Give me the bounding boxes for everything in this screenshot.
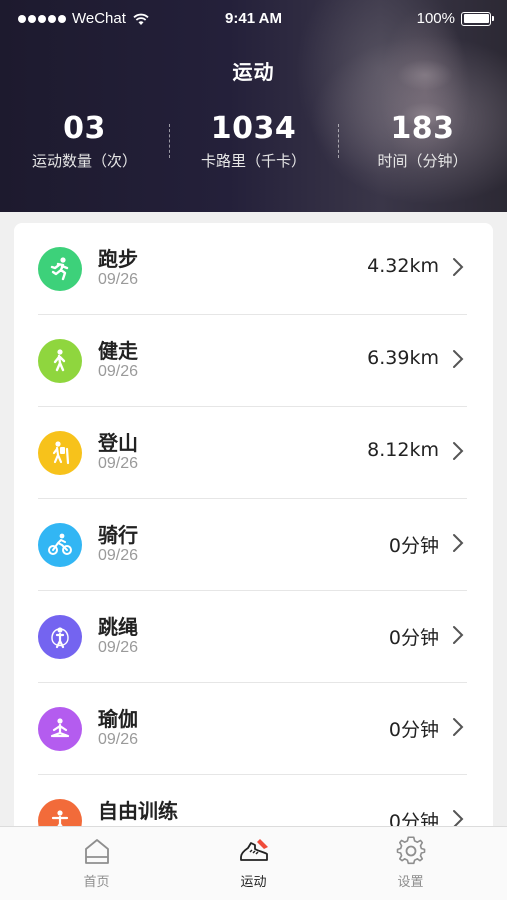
chevron-right-icon [453, 442, 464, 460]
battery-percent: 100% [416, 10, 455, 27]
activity-date: 09/26 [98, 455, 139, 472]
header-banner: WeChat 9:41 AM 100% 运动 03 运动数量（次） 1034 卡… [0, 0, 507, 212]
status-bar: WeChat 9:41 AM 100% [0, 0, 507, 38]
battery-icon [461, 11, 494, 26]
stat-calories: 1034 卡路里（千卡） [169, 110, 338, 172]
chevron-right-icon [453, 534, 464, 552]
stats-summary: 03 运动数量（次） 1034 卡路里（千卡） 183 时间（分钟） [0, 110, 507, 180]
chevron-right-icon [453, 626, 464, 644]
stat-workout-count: 03 运动数量（次） [0, 110, 169, 172]
walking-icon [38, 339, 82, 383]
stat-label: 卡路里（千卡） [200, 152, 306, 170]
stat-value: 03 [63, 111, 106, 146]
chevron-right-icon [453, 258, 464, 276]
activity-row-yoga[interactable]: 瑜伽 09/26 0分钟 [14, 683, 493, 775]
hiking-icon [38, 431, 82, 475]
activity-date: 09/26 [98, 547, 139, 564]
activity-value: 0分钟 [388, 627, 439, 649]
activity-name: 瑜伽 [98, 707, 138, 731]
home-icon [84, 839, 109, 864]
activity-row-cycling[interactable]: 骑行 09/26 0分钟 [14, 499, 493, 591]
activity-row-walking[interactable]: 健走 09/26 6.39km [14, 315, 493, 407]
activity-date: 09/26 [98, 639, 139, 656]
activity-list: 跑步 09/26 4.32km 健走 09/26 6.39km 登山 09/26… [14, 223, 493, 843]
tab-home[interactable]: 首页 [12, 835, 181, 890]
tab-workout[interactable]: 运动 [169, 835, 338, 890]
stat-value: 183 [390, 111, 455, 146]
activity-row-jump-rope[interactable]: 跳绳 09/26 0分钟 [14, 591, 493, 683]
battery-status: 100% [416, 10, 494, 27]
stat-label: 运动数量（次） [31, 152, 137, 170]
activity-value: 6.39km [367, 347, 439, 369]
activity-value: 0分钟 [388, 719, 439, 741]
running-icon [38, 247, 82, 291]
tab-label: 设置 [397, 875, 424, 890]
activity-name: 跑步 [98, 247, 138, 271]
activity-name: 骑行 [98, 523, 138, 547]
stat-duration: 183 时间（分钟） [338, 110, 507, 172]
stat-value: 1034 [210, 111, 297, 146]
activity-value: 8.12km [367, 439, 439, 461]
chevron-right-icon [453, 350, 464, 368]
activity-name: 健走 [98, 339, 138, 363]
tab-label: 首页 [83, 875, 110, 890]
activity-date: 09/26 [98, 731, 139, 748]
chevron-right-icon [453, 718, 464, 736]
activity-date: 09/26 [98, 271, 139, 288]
activity-date: 09/26 [98, 363, 139, 380]
activity-value: 4.32km [367, 255, 439, 277]
tab-bar: 首页 运动 设置 [0, 826, 507, 900]
tab-label: 运动 [240, 875, 267, 890]
yoga-icon [38, 707, 82, 751]
activity-value: 0分钟 [388, 535, 439, 557]
activity-name: 跳绳 [98, 615, 138, 639]
gear-icon [396, 836, 425, 865]
tab-settings[interactable]: 设置 [326, 835, 495, 890]
sneaker-icon [239, 839, 268, 861]
jump-rope-icon [38, 615, 82, 659]
activity-row-hiking[interactable]: 登山 09/26 8.12km [14, 407, 493, 499]
page-title: 运动 [232, 60, 275, 84]
cycling-icon [38, 523, 82, 567]
activity-name: 自由训练 [98, 799, 178, 823]
stat-label: 时间（分钟） [377, 152, 468, 170]
activity-name: 登山 [98, 431, 138, 455]
activity-row-running[interactable]: 跑步 09/26 4.32km [14, 223, 493, 315]
